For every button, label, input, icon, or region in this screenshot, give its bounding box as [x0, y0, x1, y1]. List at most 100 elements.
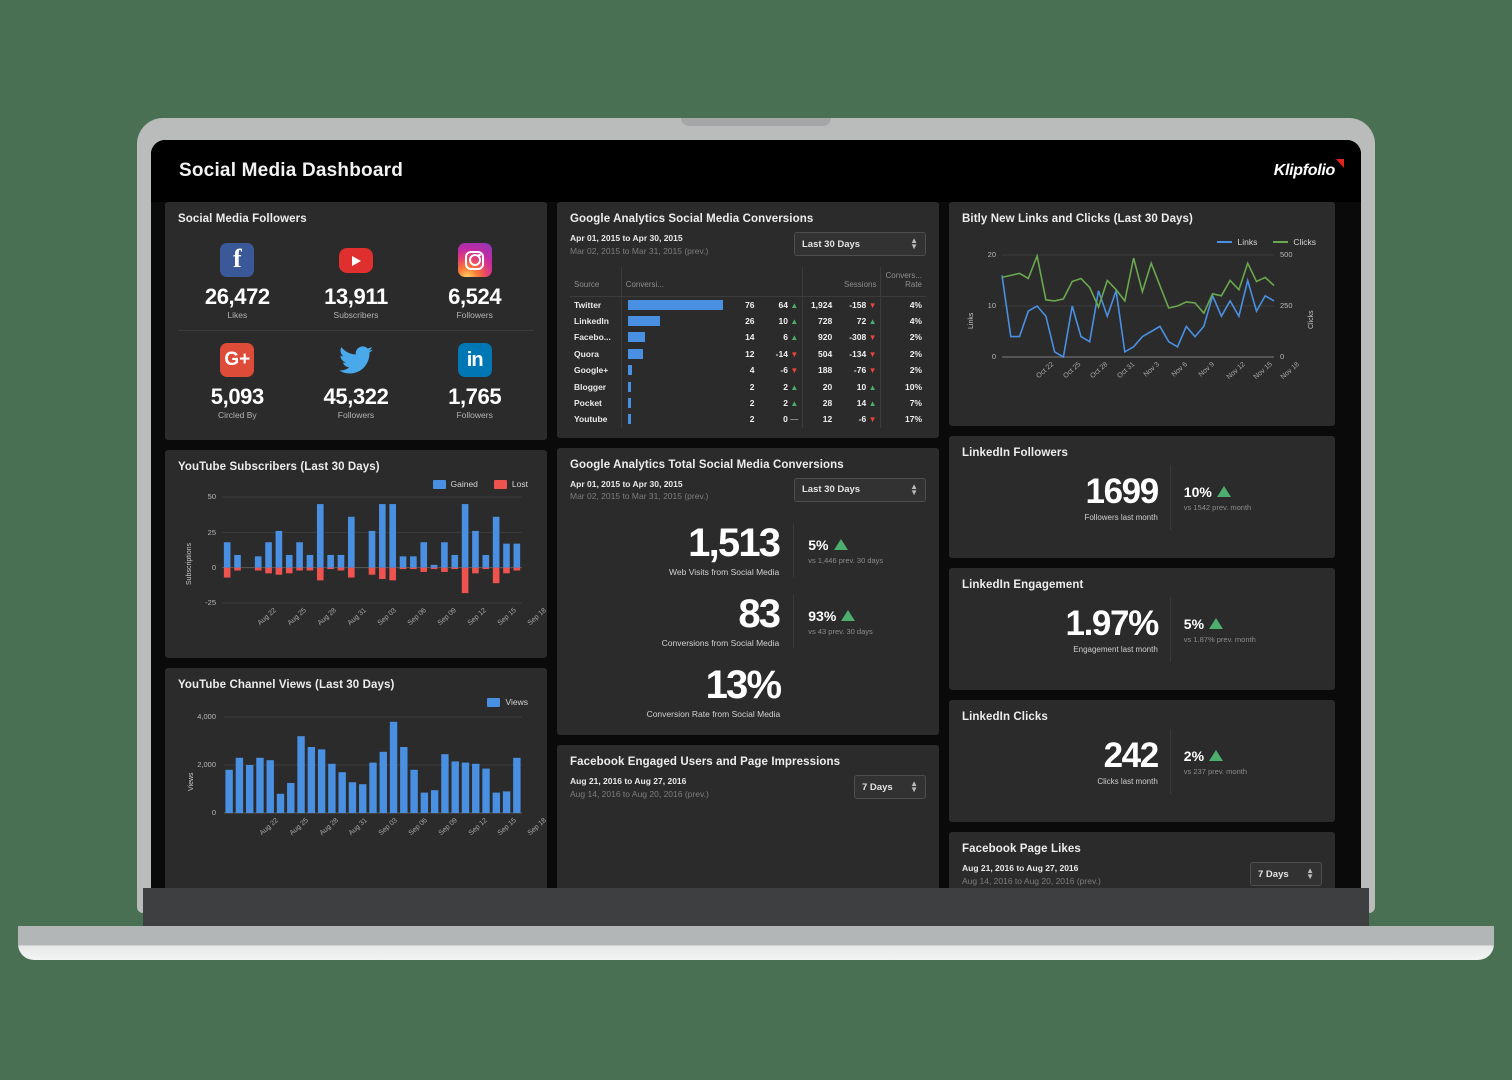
delta-percent: 2% [1183, 747, 1205, 764]
column-right: Bitly New Links and Clicks (Last 30 Days… [949, 202, 1335, 913]
legend-item[interactable]: Views [487, 697, 528, 707]
cell-source: Facebo... [574, 332, 611, 343]
bar [627, 332, 645, 343]
table-row[interactable]: Youtube 2 0 —12 -6 ▼ 17% [570, 411, 926, 428]
bar [492, 516, 500, 568]
klipfolio-logo: Klipfolio [1274, 159, 1344, 180]
table-row[interactable]: LinkedIn 26 10 ▲ 728 72 ▲ 4% [570, 312, 926, 330]
cell-conversion-rate: 7% [880, 394, 926, 412]
trend-up-icon: ▲ [790, 382, 799, 392]
trend-down-icon: ▼ [790, 349, 799, 359]
table-row[interactable]: Blogger 2 2 ▲ 20 10 ▲ 10% [570, 378, 926, 395]
delta-percent: 5% [1183, 615, 1205, 632]
table-row[interactable]: Quora 12 -14 ▼ 504 -134 ▼ 2% [570, 345, 926, 362]
date-range-row: Apr 01, 2015 to Apr 30, 2015 Mar 02, 201… [570, 477, 926, 504]
date-range-current: Apr 01, 2015 to Apr 30, 2015 [570, 478, 683, 489]
select-value: 7 Days [862, 781, 893, 793]
stat-value: 13% [705, 663, 782, 707]
cell-conversions-bar [620, 296, 727, 313]
cell-source: Quora [574, 348, 600, 359]
bar [441, 542, 448, 568]
delta-comparison: vs 1542 prev. month [1183, 502, 1252, 512]
col-source[interactable]: Source [570, 266, 622, 297]
bar [461, 567, 469, 594]
bar [482, 567, 490, 570]
trend-down-icon: ▼ [868, 415, 877, 425]
laptop-lid: Social Media Dashboard Klipfolio Social … [137, 118, 1375, 913]
bar [513, 757, 521, 814]
bar [369, 762, 377, 814]
bar [482, 555, 490, 568]
col-conversion-rate[interactable]: Convers... Rate [880, 266, 926, 297]
bar [348, 567, 355, 578]
cell-conversions-delta: 64 ▲ [778, 299, 799, 310]
metric-value: 45,322 [323, 384, 389, 410]
date-range-previous: Mar 02, 2015 to Mar 31, 2015 (prev.) [570, 245, 709, 256]
stat-conversion-rate: 13% Conversion Rate from Social Media [570, 654, 926, 725]
y-axis-title: Subscriptions [186, 543, 193, 586]
laptop-chin [143, 888, 1369, 926]
date-range-row: Aug 21, 2016 to Aug 27, 2016 Aug 14, 201… [570, 775, 926, 801]
date-range-select[interactable]: 7 Days ▲ ▼ [1250, 862, 1322, 886]
cell-conversions-bar [620, 345, 727, 362]
follower-card-googleplus[interactable]: G+ 5,093 Circled By [178, 330, 297, 430]
cell-conversions-bar [620, 362, 727, 379]
bar [627, 414, 631, 425]
follower-card-facebook[interactable]: f 26,472 Likes [178, 231, 297, 330]
cell-conversions-bar [620, 329, 727, 346]
kpi-label: Engagement last month [1073, 645, 1158, 654]
bar [451, 761, 459, 814]
bar [316, 504, 324, 568]
date-range-select[interactable]: Last 30 Days ▲ ▼ [794, 232, 926, 256]
follower-card-twitter[interactable]: 45,322 Followers [296, 330, 416, 430]
youtube-subscribers-chart: 50 25 0 -25 Subscriptions Aug 22 Aug 25 Aug 28 A… [178, 491, 548, 646]
legend-item[interactable]: Gained [432, 479, 478, 489]
delta-percent-row: 10% [1184, 484, 1322, 500]
twitter-icon [338, 343, 373, 377]
bitly-chart: 0 10 20 0 250 500 Links Clicks Oct 22 Oct 25 Oct 2… [962, 249, 1322, 399]
bar [627, 381, 631, 392]
cell-sessions: 1,924 [802, 296, 837, 313]
bar [627, 299, 723, 310]
bar [502, 791, 511, 814]
kpi-main: 1699 Followers last month [962, 465, 1171, 530]
table-row[interactable]: Pocket 2 2 ▲ 28 14 ▲ 7% [570, 394, 926, 412]
follower-card-linkedin[interactable]: in 1,765 Followers [415, 330, 534, 430]
page-title: Social Media Dashboard [179, 160, 404, 181]
legend-item[interactable]: Clicks [1273, 237, 1316, 247]
date-range-select[interactable]: 7 Days ▲ ▼ [854, 775, 926, 799]
legend-label: Views [505, 697, 528, 708]
cell-source: Pocket [574, 397, 602, 408]
youtube-channel-views-chart: 4,000 2,000 0 Views Aug 22 Aug 25 Aug 28 Aug 31… [178, 709, 548, 839]
follower-card-instagram[interactable]: 6,524 Followers [415, 231, 534, 330]
cell-sessions: 12 [802, 411, 837, 428]
legend-item[interactable]: Lost [493, 479, 528, 489]
cell-sessions-delta: 72 ▲ [856, 316, 877, 327]
table-row[interactable]: Twitter 76 64 ▲ 1,924 -158 ▼ 4% [570, 296, 926, 313]
instagram-icon [457, 243, 492, 277]
date-range-select[interactable]: Last 30 Days ▲ ▼ [794, 477, 926, 502]
col-sessions[interactable]: Sessions [802, 266, 881, 297]
bar [275, 531, 283, 568]
cell-conversion-rate: 4% [880, 296, 926, 313]
bar [223, 542, 231, 568]
cell-sessions-delta: -6 ▼ [858, 414, 877, 425]
cell-conversions-bar [620, 411, 727, 428]
col-conversions[interactable]: Conversi... [620, 266, 803, 297]
cell-conversion-rate: 4% [880, 312, 926, 330]
cell-sessions: 20 [802, 378, 837, 395]
table-row[interactable]: Google+ 4 -6 ▼ 188 -76 ▼ 2% [570, 362, 926, 379]
bar [420, 542, 428, 568]
y-axis-title: Links [968, 312, 975, 329]
chevron-updown-icon: ▲ ▼ [910, 779, 918, 794]
y2-axis-tick-label: 250 [1280, 301, 1293, 310]
cell-conversions: 76 [745, 299, 755, 310]
date-range-previous: Aug 14, 2016 to Aug 20, 2016 (prev.) [962, 875, 1101, 886]
legend-item[interactable]: Links [1217, 237, 1257, 247]
brand-accent-mark [1336, 159, 1344, 168]
follower-card-youtube[interactable]: 13,911 Subscribers [297, 231, 416, 330]
kpi-row: 1.97% Engagement last month 5% vs 1.87% … [962, 597, 1322, 662]
bar [307, 747, 316, 814]
panel-title: Google Analytics Total Social Media Conv… [570, 458, 844, 471]
table-row[interactable]: Facebo... 14 6 ▲ 920 -308 ▼ 2% [570, 329, 926, 346]
